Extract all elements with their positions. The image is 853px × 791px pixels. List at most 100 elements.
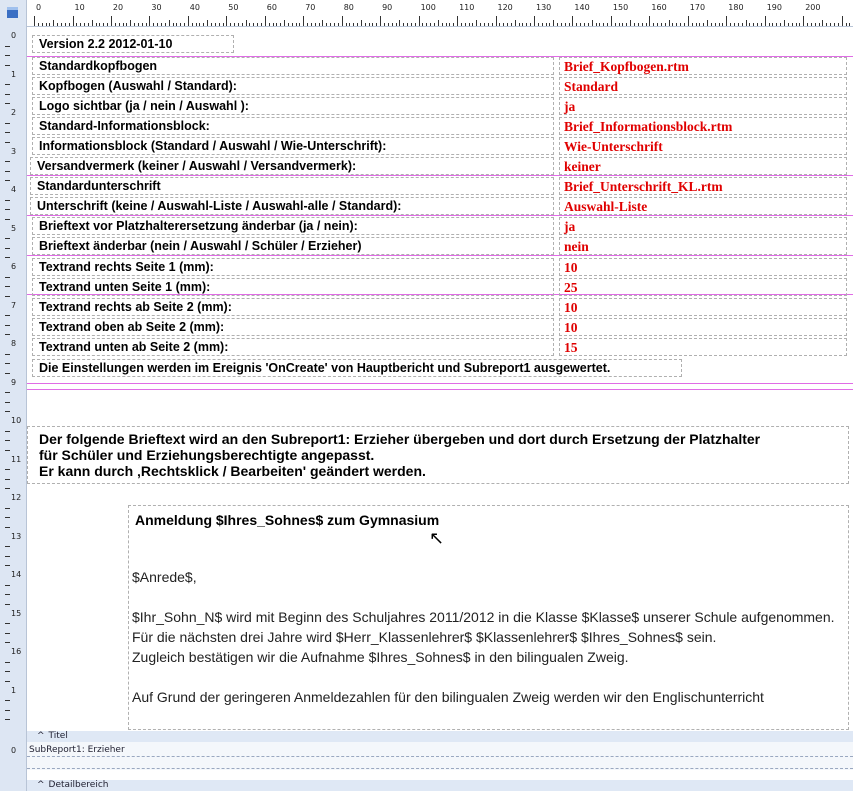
setting-value[interactable]: 10 bbox=[559, 298, 847, 316]
ruler-label: 150 bbox=[612, 3, 629, 12]
ruler-label: 0 bbox=[11, 746, 17, 755]
setting-label[interactable]: Informationsblock (Standard / Auswahl / … bbox=[32, 137, 554, 155]
ruler-tick bbox=[810, 23, 812, 26]
ruler-tick bbox=[5, 363, 10, 365]
ruler-tick bbox=[57, 23, 59, 26]
ruler-tick bbox=[468, 23, 470, 26]
setting-value[interactable]: Standard bbox=[559, 77, 847, 95]
setting-value[interactable]: Auswahl-Liste bbox=[559, 197, 847, 215]
ruler-tick bbox=[207, 20, 209, 26]
setting-label[interactable]: Textrand rechts Seite 1 (mm): bbox=[32, 258, 554, 276]
setting-label[interactable]: Standardunterschrift bbox=[30, 177, 554, 195]
setting-label[interactable]: Textrand unten Seite 1 (mm): bbox=[32, 278, 554, 296]
report-design-area[interactable]: Version 2.2 2012-01-10 Standardkopfbogen… bbox=[27, 27, 853, 791]
ruler-label: 7 bbox=[11, 300, 17, 310]
ruler-tick bbox=[441, 23, 443, 26]
ruler-tick bbox=[276, 23, 278, 26]
ruler-tick bbox=[364, 23, 366, 26]
ruler-tick bbox=[5, 55, 10, 57]
ruler-tick bbox=[5, 315, 10, 317]
band-header-detail[interactable]: ^ Detailbereich bbox=[27, 780, 853, 791]
ruler-tick bbox=[318, 23, 320, 26]
setting-label[interactable]: Unterschrift (keine / Auswahl-Liste / Au… bbox=[30, 197, 554, 215]
setting-value[interactable]: 25 bbox=[559, 278, 847, 296]
setting-label[interactable]: Textrand unten ab Seite 2 (mm): bbox=[32, 338, 554, 356]
setting-label[interactable]: Textrand rechts ab Seite 2 (mm): bbox=[32, 298, 554, 316]
setting-value[interactable]: Brief_Informationsblock.rtm bbox=[559, 117, 847, 135]
ruler-tick bbox=[830, 23, 832, 26]
ruler-tick bbox=[391, 23, 393, 26]
band-title: Detailbereich bbox=[48, 780, 109, 790]
setting-value[interactable]: 15 bbox=[559, 338, 847, 356]
ruler-tick bbox=[334, 23, 335, 26]
ruler-tick bbox=[387, 23, 389, 26]
setting-label[interactable]: Brieftext vor Platzhalterersetzung änder… bbox=[32, 217, 554, 235]
setting-value[interactable]: keiner bbox=[559, 157, 847, 175]
setting-value[interactable]: 10 bbox=[559, 258, 847, 276]
ruler-tick bbox=[630, 20, 632, 26]
report-tree-toggle-button[interactable] bbox=[0, 0, 27, 26]
ruler-tick bbox=[87, 23, 89, 26]
setting-value[interactable]: Brief_Unterschrift_KL.rtm bbox=[559, 177, 847, 195]
ruler-tick bbox=[337, 23, 339, 26]
setting-label[interactable]: Textrand oben ab Seite 2 (mm): bbox=[32, 318, 554, 336]
setting-value[interactable]: ja bbox=[559, 217, 847, 235]
ruler-tick bbox=[5, 488, 10, 490]
ruler-tick bbox=[5, 642, 10, 644]
setting-label[interactable]: Kopfbogen (Auswahl / Standard): bbox=[32, 77, 554, 95]
ruler-tick bbox=[5, 209, 10, 211]
ruler-tick bbox=[5, 334, 10, 336]
setting-label[interactable]: Standard-Informationsblock: bbox=[32, 117, 554, 135]
ruler-tick bbox=[5, 64, 10, 66]
ruler-tick bbox=[614, 23, 616, 26]
ruler-tick bbox=[284, 20, 285, 26]
ruler-tick bbox=[641, 23, 643, 26]
ruler-tick bbox=[768, 23, 770, 26]
titel-band-area: SubReport1: Erzieher bbox=[27, 742, 853, 770]
ruler-tick bbox=[5, 709, 10, 711]
guide-line bbox=[27, 389, 853, 390]
setting-label[interactable]: Versandvermerk (keiner / Auswahl / Versa… bbox=[30, 157, 554, 175]
ruler-tick bbox=[199, 23, 201, 26]
ruler-tick bbox=[710, 23, 712, 26]
setting-label[interactable]: Logo sichtbar (ja / nein / Auswahl ): bbox=[32, 97, 554, 115]
ruler-tick bbox=[749, 23, 751, 26]
setting-label[interactable]: Brieftext änderbar (nein / Auswahl / Sch… bbox=[32, 237, 554, 255]
setting-value[interactable]: nein bbox=[559, 237, 847, 255]
ruler-tick bbox=[518, 23, 520, 26]
setting-value[interactable]: Wie-Unterschrift bbox=[559, 137, 847, 155]
subreport-label[interactable]: SubReport1: Erzieher bbox=[29, 745, 125, 755]
ruler-tick bbox=[184, 23, 185, 26]
ruler-tick bbox=[541, 23, 543, 26]
ruler-tick bbox=[695, 23, 697, 26]
setting-label[interactable]: Standardkopfbogen bbox=[32, 57, 554, 75]
setting-value[interactable]: ja bbox=[559, 97, 847, 115]
ruler-tick bbox=[734, 23, 735, 26]
ruler-tick bbox=[326, 23, 328, 26]
ruler-tick bbox=[180, 23, 182, 26]
setting-value[interactable]: 10 bbox=[559, 318, 847, 336]
letter-richtext[interactable]: Anmeldung $Ihres_Sohnes$ zum Gymnasium ↖… bbox=[128, 505, 849, 730]
note-memo[interactable]: Der folgende Brieftext wird an den Subre… bbox=[27, 426, 849, 484]
ruler-tick bbox=[5, 276, 10, 278]
band-header-titel[interactable]: ^ Titel bbox=[27, 731, 853, 742]
ruler-label: 70 bbox=[305, 3, 316, 12]
ruler-tick bbox=[741, 23, 743, 26]
ruler-tick bbox=[780, 23, 782, 26]
guide-line bbox=[27, 215, 853, 216]
ruler-tick bbox=[776, 23, 778, 26]
ruler-label: 80 bbox=[343, 3, 354, 12]
ruler-tick bbox=[264, 16, 266, 26]
ruler-tick bbox=[76, 23, 78, 26]
ruler-tick bbox=[107, 23, 109, 26]
evaluation-note[interactable]: Die Einstellungen werden im Ereignis 'On… bbox=[32, 359, 682, 377]
ruler-tick bbox=[676, 23, 678, 26]
ruler-label: 12 bbox=[11, 493, 22, 502]
ruler-tick bbox=[764, 16, 766, 26]
ruler-tick bbox=[534, 16, 535, 26]
version-label[interactable]: Version 2.2 2012-01-10 bbox=[32, 35, 234, 53]
ruler-tick bbox=[507, 23, 509, 26]
ruler-label: 180 bbox=[728, 3, 744, 12]
setting-value[interactable]: Brief_Kopfbogen.rtm bbox=[559, 57, 847, 75]
ruler-tick bbox=[5, 517, 10, 519]
